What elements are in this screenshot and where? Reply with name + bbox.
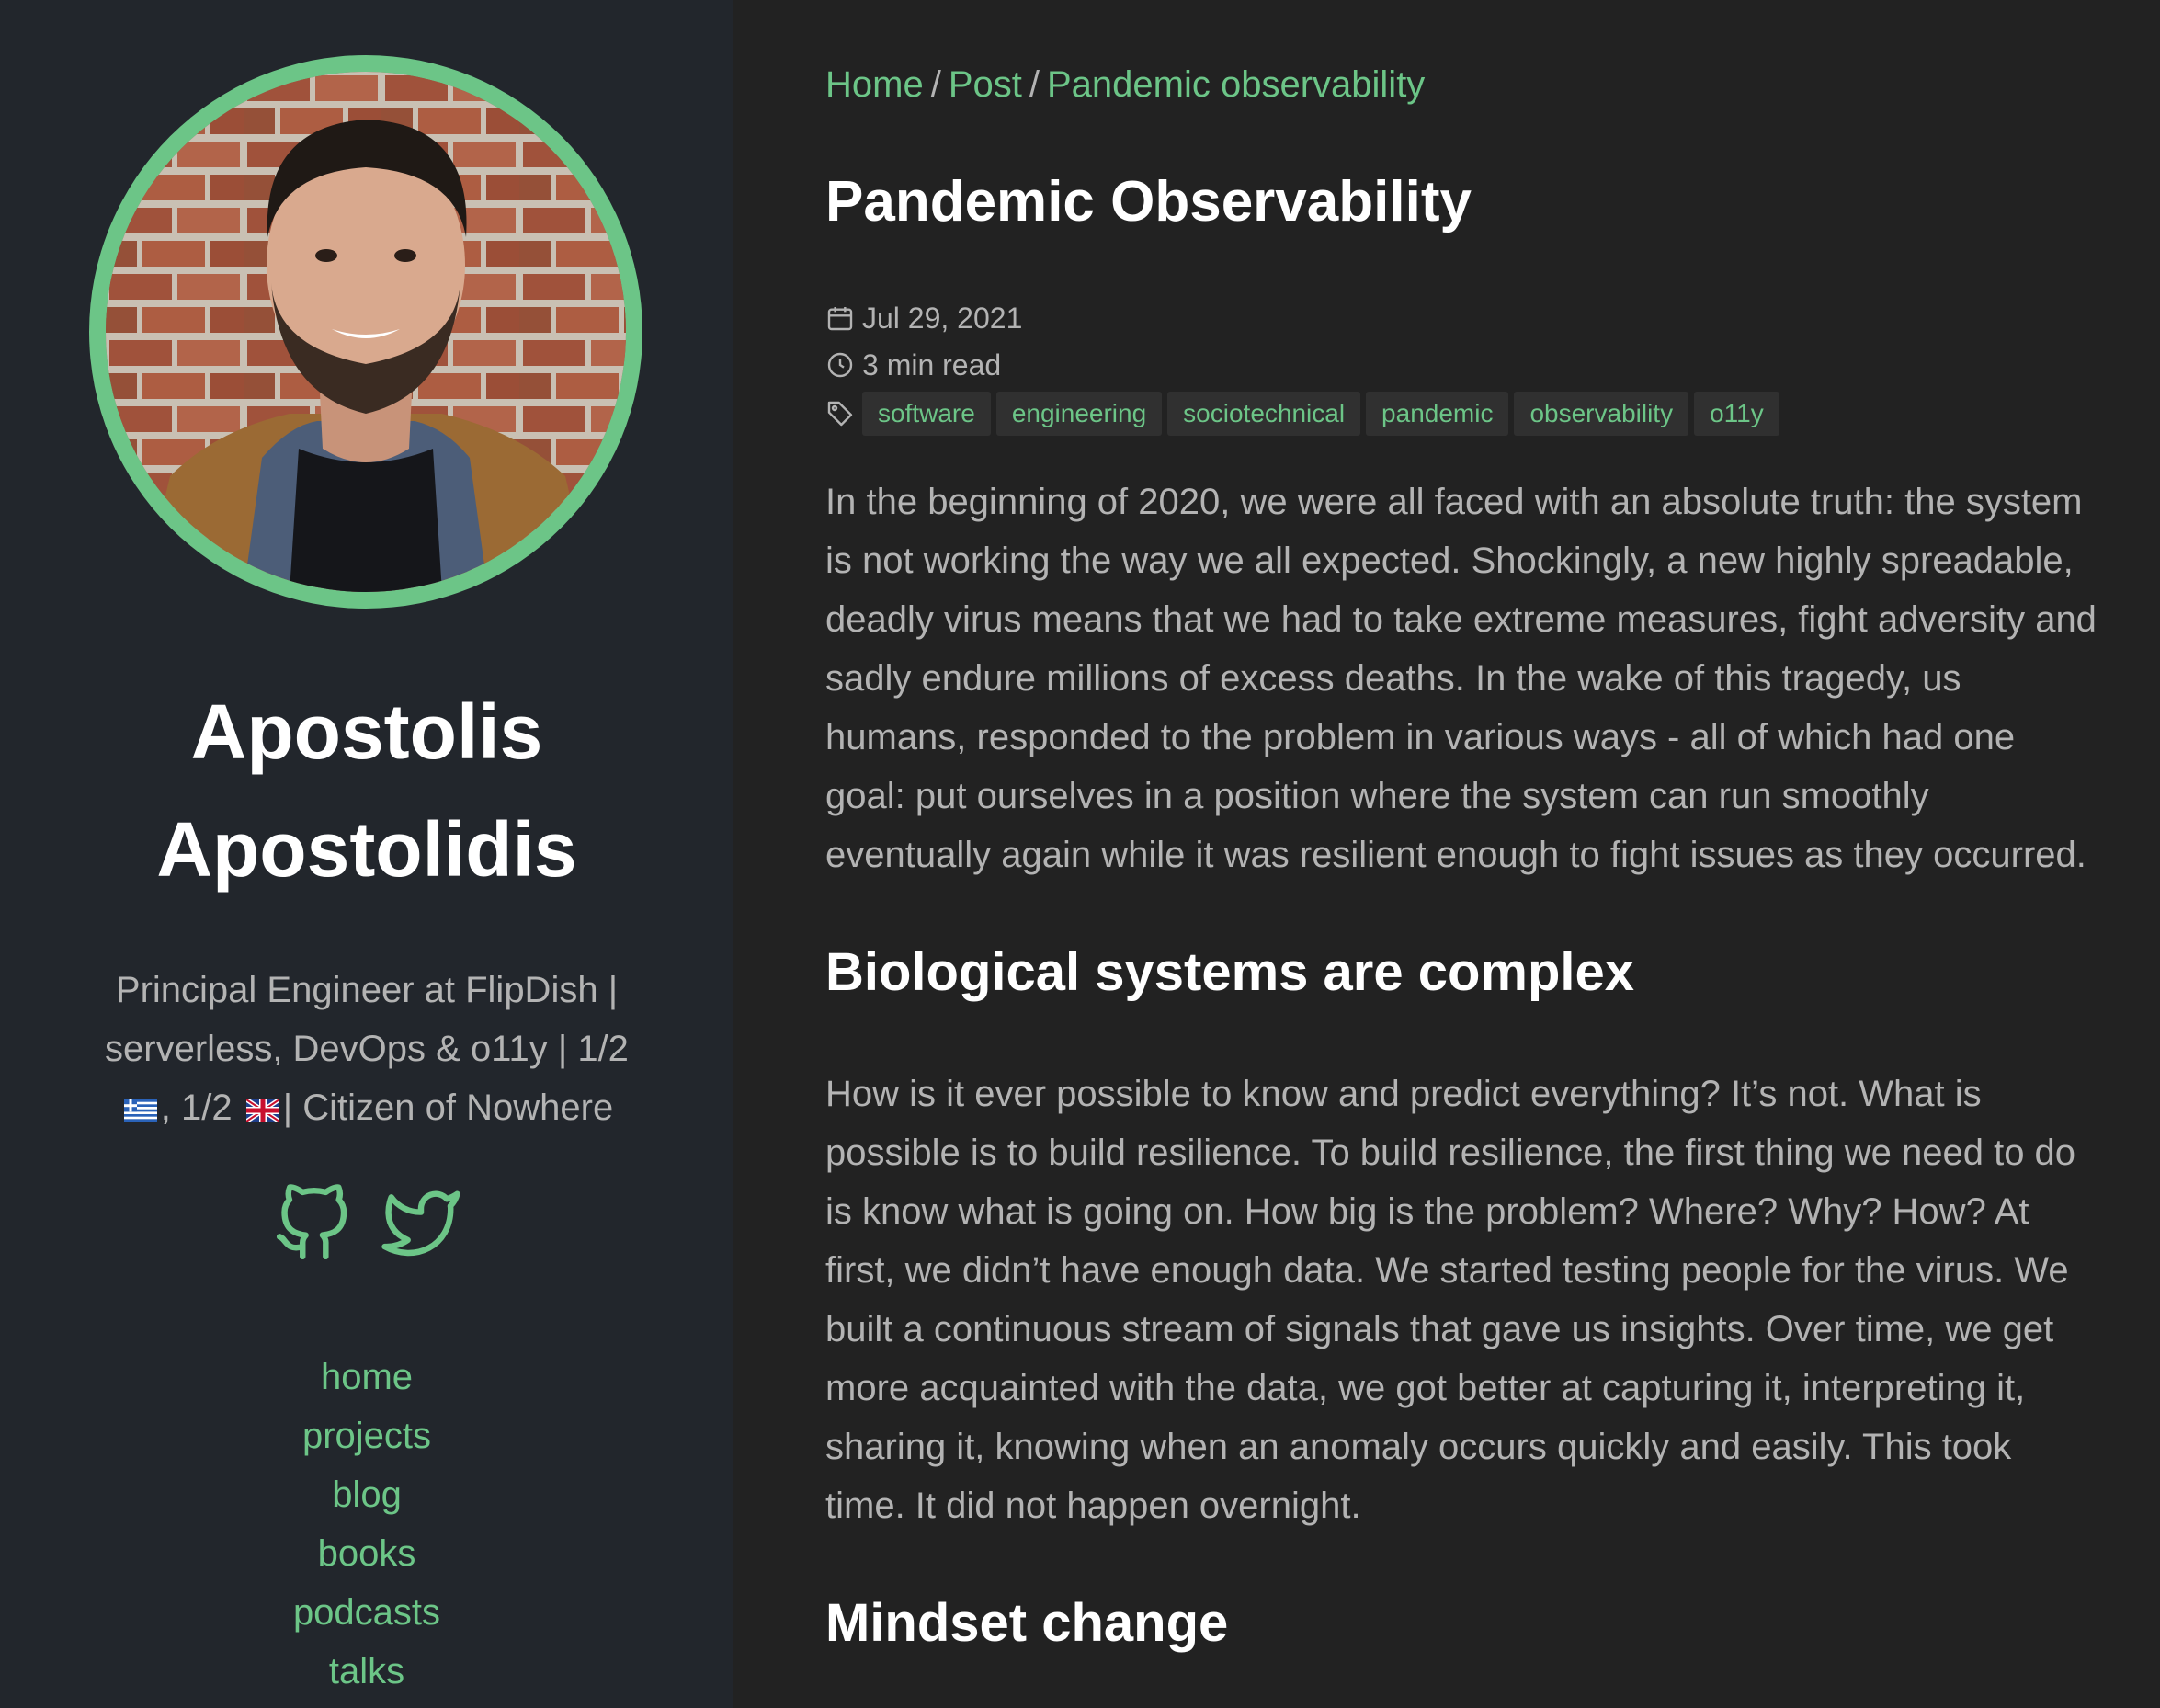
paragraph-line: In the beginning of 2020, we were all fa… (825, 482, 2083, 522)
twitter-icon (381, 1190, 460, 1257)
uk-flag-icon (245, 1099, 279, 1122)
avatar (89, 55, 642, 609)
social-links (0, 1184, 733, 1267)
breadcrumb-separator: / (930, 64, 941, 105)
nav-item-books[interactable]: books (0, 1524, 733, 1583)
sidebar-nav: home projects blog books podcasts talks (0, 1348, 733, 1701)
post-date-text: Jul 29, 2021 (862, 301, 1023, 335)
paragraph-line: time. It did not happen overnight. (825, 1486, 1361, 1526)
section-heading: Mindset change (825, 1593, 1229, 1653)
tag-software[interactable]: software (862, 392, 991, 436)
page: Apostolis Apostolidis Principal Engineer… (0, 0, 2160, 1708)
nav-item-talks[interactable]: talks (0, 1642, 733, 1701)
twitter-link[interactable] (381, 1184, 460, 1263)
author-name-first: Apostolis (190, 689, 543, 775)
post-tags: software engineering sociotechnical pand… (825, 392, 1785, 436)
breadcrumb-separator: / (1029, 64, 1040, 105)
github-icon (276, 1184, 347, 1260)
nav-item-projects[interactable]: projects (0, 1406, 733, 1465)
github-link[interactable] (273, 1184, 352, 1263)
bio-line-3-part-1: , 1/2 (160, 1087, 233, 1128)
clock-icon (827, 352, 853, 378)
paragraph-line: humans, responded to the problem in vari… (825, 717, 2016, 757)
tag-icon (827, 401, 853, 427)
bio-line-1: Principal Engineer at FlipDish | (115, 970, 619, 1010)
tag-o11y[interactable]: o11y (1694, 392, 1779, 436)
sidebar: Apostolis Apostolidis Principal Engineer… (0, 0, 733, 1708)
breadcrumb-post[interactable]: Post (949, 64, 1022, 105)
tag-observability[interactable]: observability (1514, 392, 1689, 436)
post-read-time: 3 min read (825, 342, 1001, 388)
nav-item-blog[interactable]: blog (0, 1465, 733, 1524)
paragraph-line: How is it ever possible to know and pred… (825, 1074, 1982, 1114)
paragraph-line: sharing it, knowing when an anomaly occu… (825, 1427, 2012, 1467)
paragraph-line: built a continuous stream of signals tha… (825, 1309, 2054, 1349)
paragraph-line: eventually again while it was resilient … (825, 835, 2086, 875)
paragraph-line: more acquainted with the data, we got be… (825, 1368, 2026, 1408)
bio-line-2: serverless, DevOps & o11y | 1/2 (105, 1029, 629, 1069)
tag-pandemic[interactable]: pandemic (1366, 392, 1509, 436)
author-name: Apostolis Apostolidis (0, 673, 733, 908)
calendar-icon (827, 307, 853, 331)
avatar-photo (106, 72, 626, 592)
section-paragraph: How is it ever possible to know and pred… (825, 1065, 2112, 1535)
post-date: Jul 29, 2021 (825, 295, 1022, 341)
paragraph-line: is not working the way we all expected. … (825, 541, 2074, 581)
author-bio: Principal Engineer at FlipDish | serverl… (92, 961, 642, 1137)
section-heading: Biological systems are complex (825, 942, 1635, 1002)
post-title: Pandemic Observability (825, 170, 1472, 233)
nav-item-podcasts[interactable]: podcasts (0, 1583, 733, 1642)
paragraph-line: is know what is going on. How big is the… (825, 1191, 2029, 1232)
paragraph-line: goal: put ourselves in a position where … (825, 776, 1929, 816)
paragraph-line: first, we didn’t have enough data. We st… (825, 1250, 2069, 1291)
main-content: Home / Post / Pandemic observability Pandemi… (733, 0, 2160, 1708)
breadcrumb: Home / Post / Pandemic observability (825, 57, 1425, 112)
intro-paragraph: In the beginning of 2020, we were all fa… (825, 473, 2112, 884)
breadcrumb-home[interactable]: Home (825, 64, 924, 105)
paragraph-line: possible is to build resilience. To buil… (825, 1133, 2076, 1173)
breadcrumb-current[interactable]: Pandemic observability (1047, 64, 1425, 105)
paragraph-line: deadly virus means that we had to take e… (825, 599, 2097, 640)
tag-sociotechnical[interactable]: sociotechnical (1167, 392, 1361, 436)
tag-engineering[interactable]: engineering (995, 392, 1163, 436)
bio-line-3-part-2: | Citizen of Nowhere (282, 1087, 614, 1128)
post-read-time-text: 3 min read (862, 347, 1002, 381)
author-name-last: Apostolidis (156, 806, 577, 893)
paragraph-line: sadly endure millions of excess deaths. … (825, 658, 1961, 699)
greek-flag-icon (123, 1099, 157, 1122)
nav-item-home[interactable]: home (0, 1348, 733, 1406)
avatar-image (106, 72, 626, 592)
